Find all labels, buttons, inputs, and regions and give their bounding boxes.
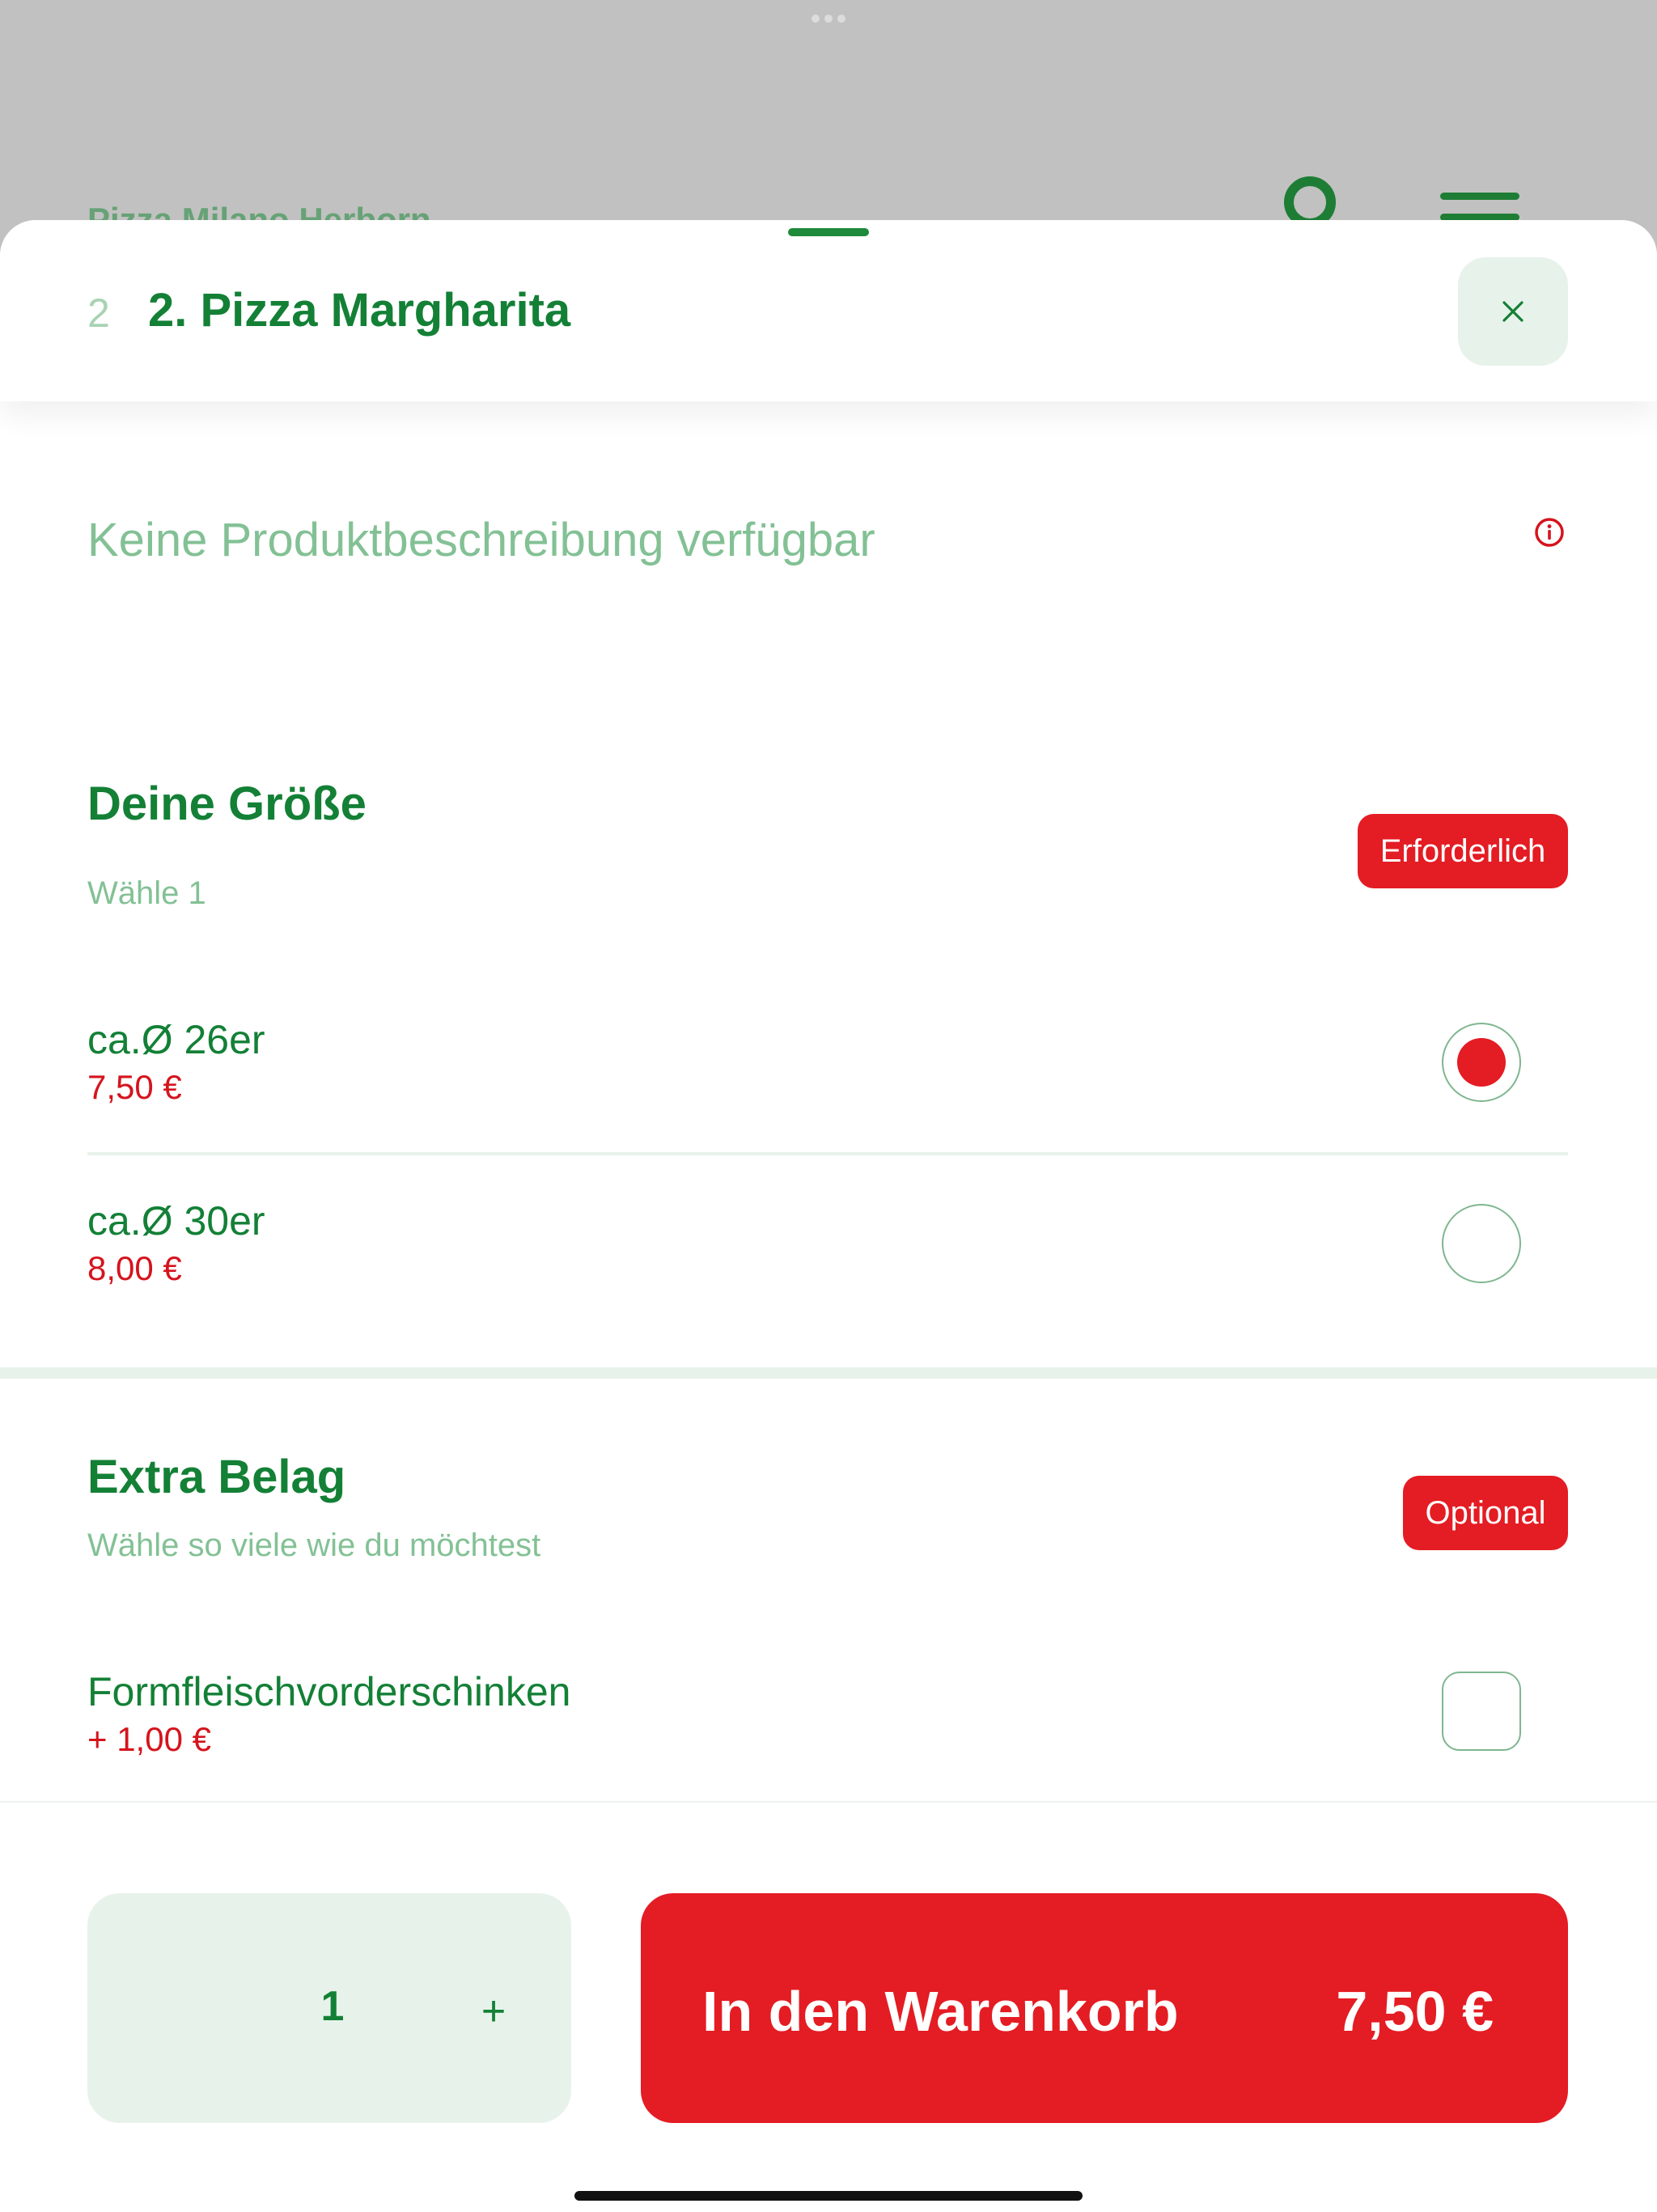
section-separator <box>0 1367 1657 1379</box>
cart-footer: 1 + In den Warenkorb 7,50 € <box>0 1801 1657 2212</box>
optional-badge: Optional <box>1403 1476 1568 1550</box>
home-indicator[interactable] <box>574 2191 1083 2201</box>
option-price: 8,00 € <box>87 1249 182 1287</box>
option-price: 7,50 € <box>87 1068 182 1106</box>
sheet-grabber[interactable] <box>788 228 869 236</box>
quantity-stepper: 1 + <box>87 1893 571 2123</box>
extras-section-title: Extra Belag <box>87 1451 346 1503</box>
option-name: ca.Ø 26er <box>87 1017 265 1062</box>
item-title: 2. Pizza Margharita <box>148 284 571 337</box>
add-to-cart-button[interactable]: In den Warenkorb 7,50 € <box>641 1893 1568 2123</box>
size-radio-26[interactable] <box>1442 1023 1521 1102</box>
option-divider <box>87 1152 1568 1155</box>
required-badge: Erforderlich <box>1358 814 1568 888</box>
info-icon[interactable] <box>1533 516 1566 549</box>
extra-checkbox-ham[interactable] <box>1442 1672 1521 1751</box>
option-price: + 1,00 € <box>87 1720 211 1758</box>
sheet-header: 2 2. Pizza Margharita <box>0 220 1657 401</box>
close-button[interactable] <box>1458 257 1568 366</box>
extras-section-subtitle: Wähle so viele wie du möchtest <box>87 1528 541 1563</box>
size-section-subtitle: Wähle 1 <box>87 875 206 911</box>
product-description: Keine Produktbeschreibung verfügbar <box>87 514 875 566</box>
option-name: Formfleischvorderschinken <box>87 1669 571 1714</box>
size-radio-30[interactable] <box>1442 1204 1521 1283</box>
multitasking-dots[interactable] <box>812 15 845 24</box>
item-number: 2 <box>87 290 110 336</box>
close-icon <box>1502 301 1524 322</box>
plus-button[interactable]: + <box>461 1979 526 2044</box>
add-to-cart-price: 7,50 € <box>1336 1980 1494 2043</box>
radio-selected-dot <box>1457 1038 1506 1087</box>
quantity-value: 1 <box>320 1983 345 2030</box>
size-section-title: Deine Größe <box>87 778 367 830</box>
add-to-cart-label: In den Warenkorb <box>702 1980 1179 2043</box>
option-name: ca.Ø 30er <box>87 1198 265 1244</box>
